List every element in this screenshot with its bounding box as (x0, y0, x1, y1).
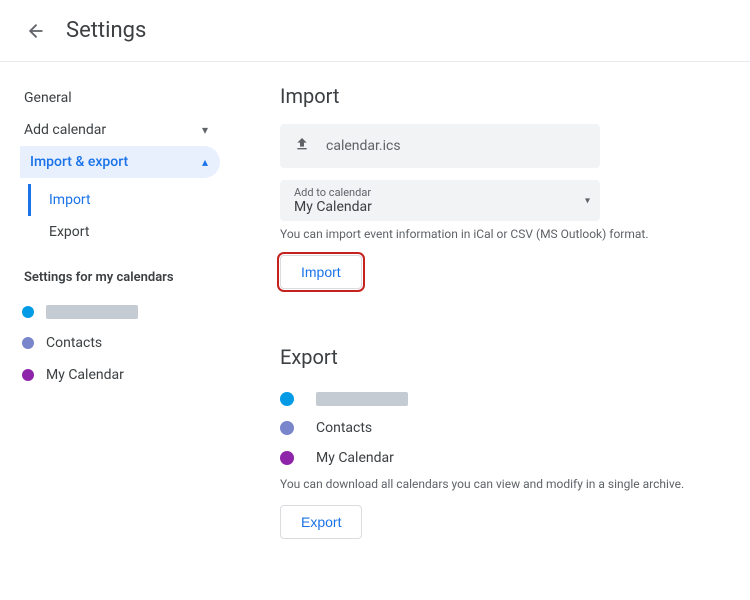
calendar-label: Contacts (316, 420, 372, 436)
sidebar-item-general[interactable]: General (20, 82, 220, 114)
calendar-label: My Calendar (46, 367, 124, 383)
calendar-label-redacted (316, 392, 408, 406)
sidebar-subitem-label: Export (49, 224, 89, 240)
calendar-color-dot (22, 306, 34, 318)
calendar-select[interactable]: Add to calendar My Calendar ▾ (280, 180, 600, 221)
button-label: Export (301, 514, 341, 530)
main-content: Import calendar.ics Add to calendar My C… (250, 62, 750, 539)
button-label: Import (301, 264, 341, 280)
calendar-color-dot (22, 369, 34, 381)
file-name: calendar.ics (326, 138, 401, 154)
export-calendar-item: My Calendar (280, 443, 740, 473)
calendar-color-dot (280, 451, 294, 465)
sidebar-calendar-item[interactable] (20, 297, 250, 327)
export-button[interactable]: Export (280, 505, 362, 539)
calendar-label-redacted (46, 305, 138, 319)
chevron-down-icon: ▾ (202, 123, 208, 137)
calendar-color-dot (280, 392, 294, 406)
sidebar-item-import-export[interactable]: Import & export ▴ (20, 146, 220, 178)
export-calendar-item (280, 385, 740, 413)
header: Settings (0, 0, 750, 62)
chevron-down-icon: ▾ (585, 195, 590, 206)
chevron-up-icon: ▴ (202, 155, 208, 169)
import-section: Import calendar.ics Add to calendar My C… (280, 84, 740, 289)
import-hint: You can import event information in iCal… (280, 227, 740, 241)
calendar-color-dot (22, 337, 34, 349)
export-calendar-item: Contacts (280, 413, 740, 443)
page-title: Settings (66, 18, 146, 43)
export-hint: You can download all calendars you can v… (280, 477, 740, 491)
calendar-label: My Calendar (316, 450, 394, 466)
sidebar-subitem-label: Import (49, 192, 91, 208)
upload-icon (294, 136, 310, 156)
select-label: Add to calendar (294, 186, 586, 199)
import-title: Import (280, 84, 740, 108)
sidebar-calendar-item[interactable]: Contacts (20, 327, 250, 359)
sidebar-calendars-heading: Settings for my calendars (24, 270, 250, 285)
select-value: My Calendar (294, 199, 586, 215)
calendar-color-dot (280, 421, 294, 435)
import-button[interactable]: Import (280, 255, 362, 289)
sidebar-subitems: Import Export (28, 184, 250, 248)
sidebar-subitem-export[interactable]: Export (28, 216, 250, 248)
sidebar: General Add calendar ▾ Import & export ▴… (0, 62, 250, 539)
file-picker[interactable]: calendar.ics (280, 124, 600, 168)
calendar-label: Contacts (46, 335, 102, 351)
sidebar-item-label: General (24, 90, 72, 106)
sidebar-calendar-item[interactable]: My Calendar (20, 359, 250, 391)
export-title: Export (280, 345, 740, 369)
sidebar-subitem-import[interactable]: Import (28, 184, 250, 216)
back-arrow-icon[interactable] (24, 19, 48, 43)
export-section: Export Contacts My Calendar You can down… (280, 345, 740, 539)
sidebar-item-label: Add calendar (24, 122, 106, 138)
sidebar-item-add-calendar[interactable]: Add calendar ▾ (20, 114, 220, 146)
sidebar-item-label: Import & export (30, 154, 128, 170)
